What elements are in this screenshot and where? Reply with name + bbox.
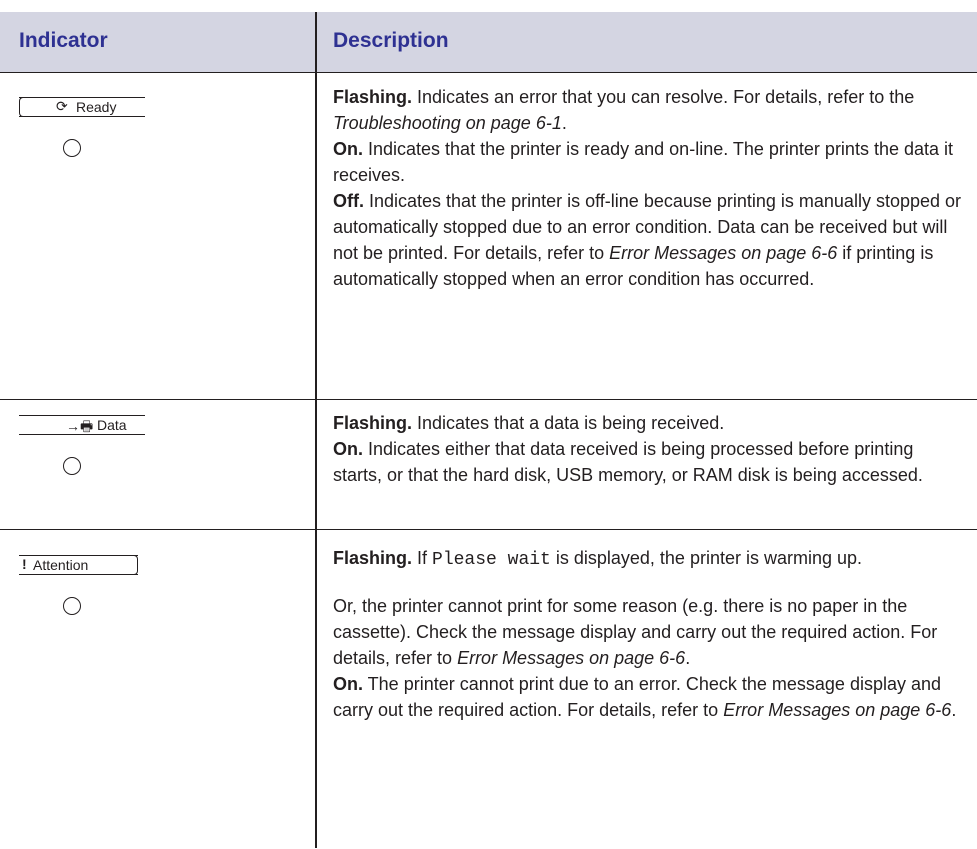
data-panel-label: →🖶 Data — [19, 415, 145, 435]
on-lead: On. — [333, 139, 363, 159]
on-lead: On. — [333, 674, 363, 694]
ready-led-icon — [63, 139, 81, 157]
row-divider — [0, 72, 977, 73]
flashing-lead: Flashing. — [333, 413, 413, 433]
cross-reference: Error Messages on page 6-6 — [723, 700, 952, 720]
data-printer-arrow-icon: →🖶 — [66, 418, 94, 434]
data-description: Flashing. Indicates that a data is being… — [333, 410, 963, 488]
ready-circle-icon: ⟳ — [56, 98, 68, 114]
row-divider — [0, 399, 977, 400]
panel-label-text: Ready — [76, 99, 117, 115]
message-please-wait: Please wait — [432, 550, 551, 570]
on-lead: On. — [333, 439, 363, 459]
cross-reference: Error Messages on page 6-6 — [609, 243, 838, 263]
desc-text: Indicates that a data is being received. — [412, 413, 725, 433]
data-led-icon — [63, 457, 81, 475]
off-lead: Off. — [333, 191, 364, 211]
desc-text: If — [412, 548, 433, 568]
ready-panel-label: ⟳ Ready — [19, 97, 145, 117]
row-divider — [0, 529, 977, 530]
attention-panel-label: ! Attention — [19, 555, 138, 575]
table-header: Indicator Description — [0, 12, 977, 72]
header-indicator: Indicator — [19, 29, 108, 52]
ready-description: Flashing. Indicates an error that you ca… — [333, 84, 963, 292]
exclamation-icon: ! — [22, 556, 27, 572]
desc-text: . — [685, 648, 691, 668]
desc-text: Indicates that the printer is ready and … — [333, 139, 954, 185]
attention-led-icon — [63, 597, 81, 615]
attention-description: Flashing. If Please wait is displayed, t… — [333, 541, 963, 723]
desc-text: . — [561, 113, 567, 133]
desc-text: Indicates either that data received is b… — [333, 439, 923, 485]
desc-text: . — [951, 700, 957, 720]
desc-text: is displayed, the printer is warming up. — [550, 548, 863, 568]
header-description: Description — [333, 29, 449, 52]
desc-text: Indicates an error that you can resolve.… — [412, 87, 915, 107]
column-divider — [315, 12, 317, 848]
flashing-lead: Flashing. — [333, 87, 413, 107]
panel-label-text: Data — [97, 417, 127, 433]
cross-reference: Troubleshooting on page 6-1 — [333, 113, 562, 133]
flashing-lead: Flashing. — [333, 548, 413, 568]
cross-reference: Error Messages on page 6-6 — [457, 648, 686, 668]
panel-label-text: Attention — [33, 557, 89, 573]
